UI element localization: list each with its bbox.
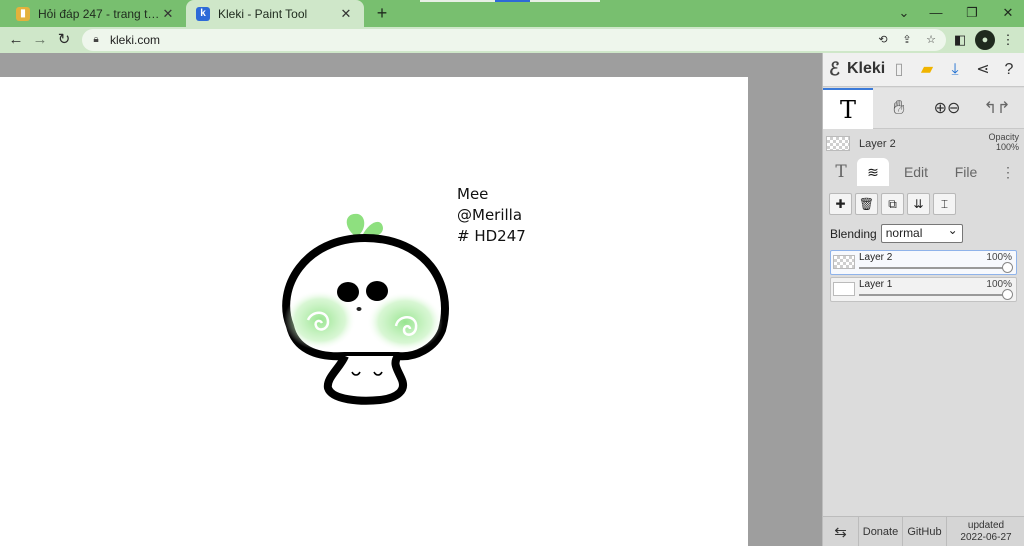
layer-item-layer-2[interactable]: Layer 2 100%	[830, 250, 1017, 275]
zoom-icon[interactable]: ⊕⊖	[927, 88, 967, 129]
canvas-text-line: Mee	[457, 185, 489, 203]
new-tab-button[interactable]: +	[372, 3, 392, 23]
bookmark-star-icon[interactable]: ☆	[922, 31, 940, 49]
url-text[interactable]: kleki.com	[110, 33, 160, 47]
tab-title: Kleki - Paint Tool	[218, 6, 308, 21]
opacity-slider-track[interactable]	[859, 267, 1006, 269]
opacity-slider-handle[interactable]	[1002, 262, 1013, 273]
add-layer-icon[interactable]: ✚	[829, 193, 852, 215]
updated-info[interactable]: updated 2022-06-27	[947, 517, 1024, 546]
layer-thumbnail	[833, 255, 855, 269]
tab-loading-indicator	[420, 0, 600, 2]
opacity-readout: Opacity 100%	[988, 132, 1019, 152]
layer-name: Layer 1	[859, 279, 893, 290]
layer-toolbar: ✚ 🗑︎ ⧉ ⇊ ⌶	[829, 193, 956, 215]
mushroom-body	[323, 353, 407, 405]
forward-arrow-icon[interactable]: →	[28, 28, 52, 52]
kleki-logo-icon: ℰ	[829, 59, 840, 79]
restore-icon[interactable]: ❐	[954, 0, 990, 27]
close-window-icon[interactable]: ✕	[990, 0, 1024, 27]
tab-brush-icon[interactable]: T	[827, 158, 855, 186]
hand-tool-icon[interactable]: ✋︎	[879, 88, 919, 129]
swap-sides-icon[interactable]: ⇆	[823, 517, 859, 546]
canvas-text-line: # HD247	[457, 227, 526, 245]
blending-control: Blending normal	[830, 222, 963, 243]
donate-link[interactable]: Donate	[859, 517, 903, 546]
close-tab-icon[interactable]: ✕	[338, 6, 354, 22]
browser-toolbar: ← → ↻ 🔒︎ kleki.com ⟲ ⇪ ☆ ◧ ● ⋮	[0, 27, 1024, 53]
new-image-icon[interactable]: ▯	[887, 58, 911, 82]
blending-label: Blending	[830, 226, 877, 241]
opacity-slider-track[interactable]	[859, 294, 1006, 296]
hoidap-favicon-icon: ▮	[16, 6, 30, 21]
right-cheek	[367, 292, 443, 352]
layer-item-layer-1[interactable]: Layer 1 100%	[830, 277, 1017, 302]
tool-row: T ✋︎ ⊕⊖ ↰↱	[823, 88, 1024, 129]
opacity-slider-handle[interactable]	[1002, 289, 1013, 300]
browser-tabstrip: ▮ Hỏi đáp 247 - trang tra loi ✕ k Kleki …	[0, 0, 1024, 27]
tab-search-chevron-icon[interactable]: ⌄	[886, 0, 922, 27]
panel-tabs: T ≋ Edit File ⋮	[823, 158, 1024, 186]
help-icon[interactable]: ?	[997, 58, 1021, 82]
profile-avatar-icon[interactable]: ●	[975, 30, 995, 50]
github-link[interactable]: GitHub	[903, 517, 947, 546]
mouth-dot	[356, 307, 362, 311]
mushroom-drawing	[282, 213, 449, 405]
kleki-header: ℰ Kleki ▯ ▰ ⤓ ⋖ ?	[823, 53, 1024, 87]
tab-title: Hỏi đáp 247 - trang tra loi	[38, 6, 160, 21]
minimize-icon[interactable]: —	[918, 0, 954, 27]
undo-redo-icon[interactable]: ↰↱	[975, 88, 1019, 129]
opacity-label: Opacity	[988, 132, 1019, 142]
updated-label: updated	[967, 520, 1005, 531]
blending-select[interactable]: normal	[880, 222, 963, 243]
right-eye	[366, 281, 388, 301]
browser-menu-icon[interactable]: ⋮	[998, 30, 1018, 50]
tab-file[interactable]: File	[943, 158, 989, 186]
more-options-icon[interactable]: ⋮	[997, 158, 1019, 186]
back-arrow-icon[interactable]: ←	[4, 28, 28, 52]
lock-icon[interactable]: 🔒︎	[90, 34, 102, 46]
layer-thumbnail	[826, 136, 850, 151]
tab-kleki[interactable]: k Kleki - Paint Tool ✕	[186, 0, 364, 27]
opacity-value: 100%	[995, 142, 1019, 152]
kleki-favicon-icon: k	[196, 6, 210, 21]
download-icon[interactable]: ⤓	[943, 58, 967, 82]
reload-icon[interactable]: ↻	[52, 28, 76, 52]
share-icon[interactable]: ⇪	[898, 31, 916, 49]
close-tab-icon[interactable]: ✕	[160, 6, 176, 22]
updated-date: 2022-06-27	[960, 532, 1012, 543]
layer-name: Layer 2	[859, 252, 893, 263]
address-bar[interactable]: 🔒︎ kleki.com ⟲ ⇪ ☆	[82, 29, 946, 51]
kleki-logo-text: Kleki	[847, 60, 886, 77]
left-eye	[337, 282, 359, 302]
duplicate-layer-icon[interactable]: ⧉	[881, 193, 904, 215]
tab-edit[interactable]: Edit	[893, 158, 939, 186]
tab-hoidap[interactable]: ▮ Hỏi đáp 247 - trang tra loi ✕	[6, 0, 186, 27]
canvas-text-line: @Merilla	[457, 206, 523, 224]
canvas-text: Mee @Merilla # HD247	[457, 184, 526, 247]
side-panel-icon[interactable]: ◧	[950, 30, 970, 50]
layer-thumbnail	[833, 282, 855, 296]
share-icon[interactable]: ⋖	[971, 58, 995, 82]
tab-layers-icon[interactable]: ≋	[857, 158, 889, 186]
merge-layer-icon[interactable]: ⇊	[907, 193, 930, 215]
translate-icon[interactable]: ⟲	[874, 31, 892, 49]
text-tool-icon[interactable]: T	[823, 88, 873, 129]
delete-layer-icon[interactable]: 🗑︎	[855, 193, 878, 215]
current-layer-name: Layer 2	[859, 138, 896, 150]
kleki-panel: ℰ Kleki ▯ ▰ ⤓ ⋖ ? T ✋︎ ⊕⊖ ↰↱ Layer 2 Opa…	[822, 53, 1024, 546]
panel-footer: ⇆ Donate GitHub updated 2022-06-27	[823, 516, 1024, 546]
current-layer-summary: Layer 2 Opacity 100%	[823, 130, 1024, 158]
rename-layer-icon[interactable]: ⌶	[933, 193, 956, 215]
open-folder-icon[interactable]: ▰	[915, 58, 939, 82]
kleki-logo[interactable]: ℰ Kleki	[829, 59, 885, 79]
